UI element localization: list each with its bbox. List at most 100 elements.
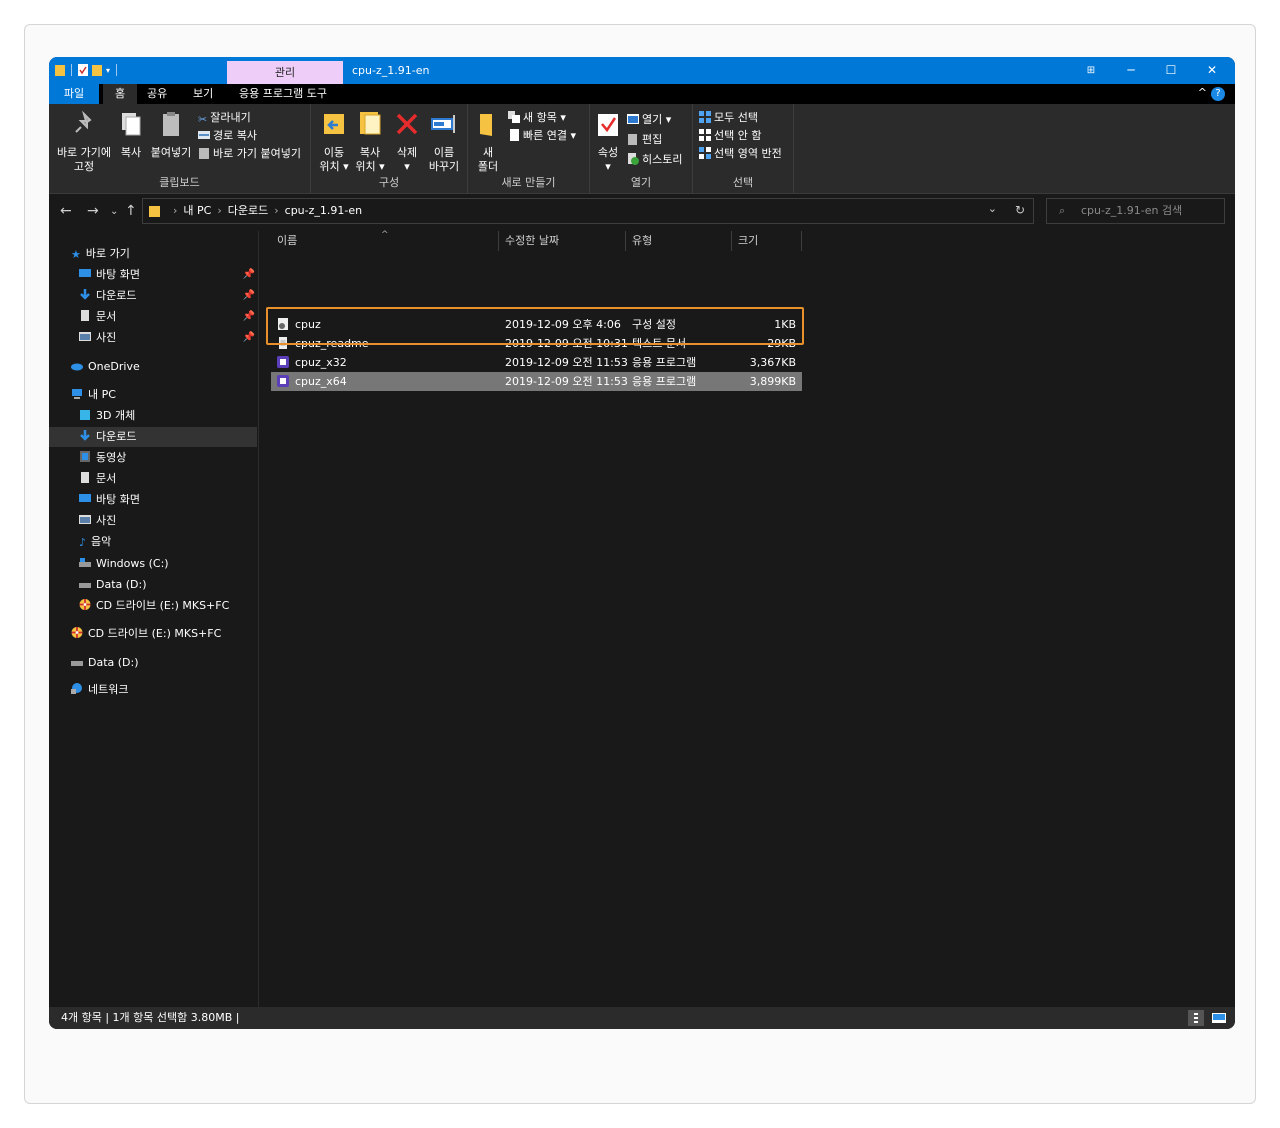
- paste-shortcut-button[interactable]: 바로 가기 붙여넣기: [198, 146, 301, 162]
- nav-item-cd-drive[interactable]: CD 드라이브 (E:) MKS+FC: [49, 596, 257, 616]
- tab-view[interactable]: 보기: [183, 84, 223, 104]
- breadcrumb-item-pc[interactable]: 내 PC: [183, 204, 211, 217]
- open-group-label: 열기: [630, 176, 652, 189]
- properties-button[interactable]: 속성 ▾: [592, 110, 624, 174]
- nav-item-label: 네트워크: [88, 683, 129, 696]
- nav-item-windows-c[interactable]: Windows (C:): [49, 554, 257, 574]
- pin-icon[interactable]: 📌: [243, 328, 255, 348]
- nav-item-label: 동영상: [96, 451, 127, 464]
- nav-item-music[interactable]: ♪ 음악: [49, 532, 257, 552]
- document-icon: [81, 310, 89, 321]
- copy-to-label: 복사 위치 ▾: [355, 146, 385, 173]
- nav-item-label: 사진: [96, 331, 117, 344]
- rename-button[interactable]: 이름 바꾸기: [425, 110, 463, 174]
- copy-to-button[interactable]: 복사 위치 ▾: [351, 110, 389, 174]
- new-folder-icon[interactable]: [92, 64, 102, 76]
- pin-quick-access-button[interactable]: 바로 가기에 고정: [55, 110, 113, 174]
- nav-item-label: 문서: [96, 472, 117, 485]
- edit-button[interactable]: 편집: [627, 132, 662, 148]
- column-header-date[interactable]: 수정한 날짜: [499, 231, 626, 251]
- file-row-cpuz-x64[interactable]: cpuz_x64 2019-12-09 오전 11:53 응용 프로그램 3,8…: [271, 372, 802, 391]
- grid-icon[interactable]: ⊞: [1071, 57, 1111, 84]
- file-size: 3,899KB: [749, 375, 796, 388]
- maximize-button[interactable]: ☐: [1151, 57, 1191, 84]
- collapse-ribbon-icon[interactable]: ^: [1198, 86, 1207, 99]
- column-header-name[interactable]: 이름 ^: [271, 230, 499, 251]
- select-all-button[interactable]: 모두 선택: [699, 110, 758, 126]
- refresh-icon[interactable]: ↻: [1015, 203, 1025, 217]
- back-arrow-icon[interactable]: ←: [60, 203, 72, 219]
- nav-item-this-pc[interactable]: 내 PC: [49, 385, 257, 405]
- nav-item-quick-access[interactable]: ★ 바로 가기: [49, 244, 257, 264]
- copy-path-button[interactable]: 경로 복사: [198, 128, 257, 144]
- tab-file[interactable]: 파일: [49, 84, 99, 104]
- nav-item-pictures-pinned[interactable]: 사진 📌: [49, 328, 257, 348]
- nav-item-label: CD 드라이브 (E:) MKS+FC: [88, 627, 222, 640]
- breadcrumb-item-downloads[interactable]: 다운로드: [228, 204, 268, 217]
- forward-arrow-icon[interactable]: →: [87, 203, 99, 219]
- edit-icon: [628, 134, 637, 145]
- move-to-icon: [324, 114, 344, 134]
- select-none-button[interactable]: 선택 안 함: [699, 128, 761, 144]
- address-bar[interactable]: › 내 PC › 다운로드 › cpu-z_1.91-en ⌄ ↻: [142, 198, 1034, 224]
- tab-share[interactable]: 공유: [137, 84, 177, 104]
- tab-app-tools[interactable]: 응용 프로그램 도구: [229, 84, 337, 104]
- search-input[interactable]: ⌕ cpu-z_1.91-en 검색: [1046, 198, 1225, 224]
- nav-item-onedrive[interactable]: OneDrive: [49, 357, 257, 377]
- nav-item-desktop-pinned[interactable]: 바탕 화면 📌: [49, 265, 257, 285]
- close-button[interactable]: ✕: [1192, 57, 1232, 84]
- large-icons-view-icon[interactable]: [1211, 1010, 1227, 1026]
- properties-icon[interactable]: [78, 64, 88, 76]
- paste-label: 붙여넣기: [150, 146, 192, 159]
- move-to-button[interactable]: 이동 위치 ▾: [315, 110, 353, 174]
- nav-item-pictures[interactable]: 사진: [49, 511, 257, 531]
- history-button[interactable]: 히스토리: [627, 152, 682, 168]
- delete-label: 삭제 ▾: [396, 146, 418, 173]
- search-placeholder: cpu-z_1.91-en 검색: [1081, 204, 1183, 217]
- cut-button[interactable]: ✂ 잘라내기: [198, 110, 251, 126]
- copy-button[interactable]: 복사: [115, 110, 147, 160]
- nav-item-data-d[interactable]: Data (D:): [49, 575, 257, 595]
- nav-item-data-d-root[interactable]: Data (D:): [49, 653, 257, 673]
- open-button[interactable]: 열기 ▾: [627, 112, 671, 128]
- column-header-type[interactable]: 유형: [626, 231, 732, 251]
- address-dropdown-icon[interactable]: ⌄: [988, 202, 997, 215]
- new-item-button[interactable]: 새 항목 ▾: [508, 110, 566, 126]
- nav-item-desktop[interactable]: 바탕 화면: [49, 490, 257, 510]
- file-row-cpuz-x32[interactable]: cpuz_x32 2019-12-09 오전 11:53 응용 프로그램 3,3…: [271, 353, 802, 372]
- breadcrumb-item-folder[interactable]: cpu-z_1.91-en: [285, 204, 362, 217]
- folder-icon[interactable]: [55, 64, 65, 76]
- pin-icon[interactable]: 📌: [243, 265, 255, 285]
- up-arrow-icon[interactable]: ↑: [125, 203, 137, 219]
- new-folder-button[interactable]: 새 폴더: [472, 110, 504, 174]
- minimize-button[interactable]: ─: [1111, 57, 1151, 84]
- history-icon: [628, 153, 639, 165]
- tab-home[interactable]: 홈: [103, 84, 137, 104]
- details-view-icon[interactable]: [1187, 1010, 1204, 1026]
- pin-icon[interactable]: 📌: [243, 286, 255, 306]
- nav-item-3d-objects[interactable]: 3D 개체: [49, 406, 257, 426]
- invert-selection-button[interactable]: 선택 영역 반전: [699, 146, 782, 162]
- selection-highlight: [266, 307, 804, 345]
- nav-item-downloads-pinned[interactable]: 다운로드 📌: [49, 286, 257, 306]
- quick-access-toolbar: ▾: [55, 62, 119, 78]
- nav-item-downloads[interactable]: 다운로드: [49, 427, 257, 447]
- recent-locations-chevron-icon[interactable]: ⌄: [110, 206, 118, 217]
- pin-icon[interactable]: 📌: [243, 307, 255, 327]
- file-size: 3,367KB: [749, 356, 796, 369]
- paste-shortcut-label: 바로 가기 붙여넣기: [213, 147, 301, 160]
- manage-context-tab[interactable]: 관리: [227, 61, 343, 84]
- nav-item-videos[interactable]: 동영상: [49, 448, 257, 468]
- nav-item-cd-drive-root[interactable]: CD 드라이브 (E:) MKS+FC: [49, 624, 257, 644]
- help-icon[interactable]: ?: [1211, 87, 1225, 101]
- qat-dropdown-icon[interactable]: ▾: [106, 66, 110, 75]
- nav-item-network[interactable]: 네트워크: [49, 680, 257, 700]
- nav-item-documents[interactable]: 문서: [49, 469, 257, 489]
- file-list: 이름 ^ 수정한 날짜 유형 크기 cpuz 2019-12-09 오후 4:0…: [261, 230, 1235, 1007]
- column-header-size[interactable]: 크기: [732, 231, 802, 251]
- paste-button[interactable]: 붙여넣기: [147, 110, 195, 160]
- easy-access-button[interactable]: 빠른 연결 ▾: [508, 128, 576, 144]
- nav-item-documents-pinned[interactable]: 문서 📌: [49, 307, 257, 327]
- delete-button[interactable]: 삭제 ▾: [391, 110, 423, 174]
- sort-ascending-icon: ^: [381, 230, 389, 240]
